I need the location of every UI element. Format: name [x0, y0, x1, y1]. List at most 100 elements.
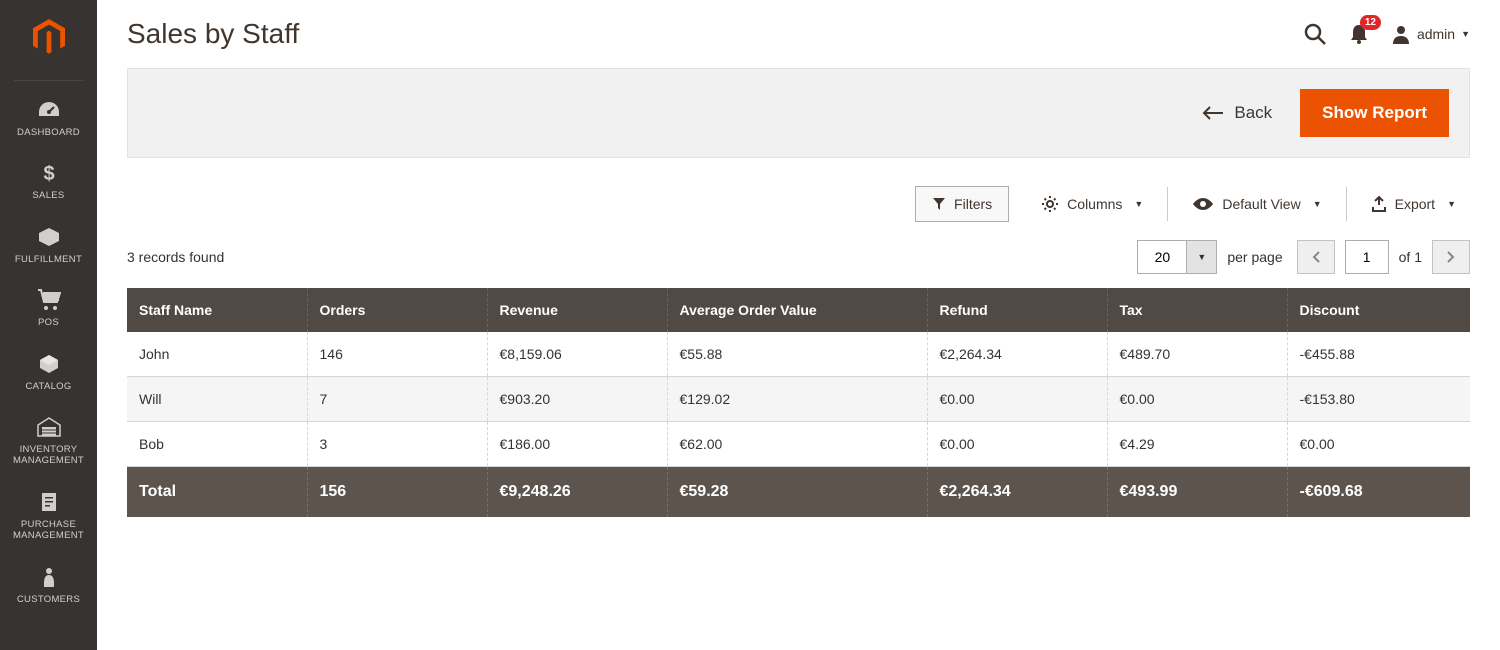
total-tax: €493.99 — [1107, 467, 1287, 518]
table-row[interactable]: Bob 3 €186.00 €62.00 €0.00 €4.29 €0.00 — [127, 422, 1470, 467]
gauge-icon — [37, 97, 61, 123]
cell-revenue: €8,159.06 — [487, 332, 667, 377]
sidebar-item-label: CATALOG — [25, 381, 71, 392]
sidebar-item-purchase[interactable]: PURCHASE MANAGEMENT — [0, 477, 97, 552]
page-title: Sales by Staff — [127, 18, 299, 50]
total-discount: -€609.68 — [1287, 467, 1470, 518]
cell-revenue: €186.00 — [487, 422, 667, 467]
sidebar-item-pos[interactable]: POS — [0, 275, 97, 338]
page-header: Sales by Staff 12 admin ▼ — [127, 0, 1470, 69]
sidebar-separator — [14, 80, 84, 81]
next-page-button[interactable] — [1432, 240, 1470, 274]
sidebar-item-catalog[interactable]: CATALOG — [0, 339, 97, 402]
cell-orders: 7 — [307, 377, 487, 422]
cell-tax: €489.70 — [1107, 332, 1287, 377]
sidebar-item-fulfillment[interactable]: FULFILLMENT — [0, 212, 97, 275]
user-name: admin — [1417, 26, 1455, 42]
funnel-icon — [932, 197, 946, 211]
cell-aov: €55.88 — [667, 332, 927, 377]
chevron-down-icon: ▼ — [1461, 29, 1470, 39]
sidebar-item-label: POS — [38, 317, 59, 328]
sidebar-item-label: INVENTORY MANAGEMENT — [4, 444, 93, 467]
grid-controls: 3 records found ▼ per page of 1 — [127, 240, 1470, 274]
total-revenue: €9,248.26 — [487, 467, 667, 518]
col-refund[interactable]: Refund — [927, 288, 1107, 332]
cell-discount: -€455.88 — [1287, 332, 1470, 377]
records-found: 3 records found — [127, 249, 224, 265]
magento-logo[interactable] — [24, 12, 74, 62]
col-revenue[interactable]: Revenue — [487, 288, 667, 332]
view-button[interactable]: Default View ▼ — [1178, 188, 1335, 220]
cell-refund: €0.00 — [927, 422, 1107, 467]
eye-icon — [1192, 197, 1214, 211]
svg-text:$: $ — [43, 163, 54, 184]
col-tax[interactable]: Tax — [1107, 288, 1287, 332]
columns-label: Columns — [1067, 196, 1122, 212]
cell-orders: 3 — [307, 422, 487, 467]
cell-staff-name: Will — [127, 377, 307, 422]
warehouse-icon — [37, 414, 61, 440]
sales-table: Staff Name Orders Revenue Average Order … — [127, 288, 1470, 517]
export-button[interactable]: Export ▼ — [1357, 188, 1470, 220]
col-staff-name[interactable]: Staff Name — [127, 288, 307, 332]
user-icon — [1391, 24, 1411, 44]
cell-discount: €0.00 — [1287, 422, 1470, 467]
person-icon — [42, 564, 56, 590]
columns-button[interactable]: Columns ▼ — [1027, 187, 1157, 221]
cell-aov: €62.00 — [667, 422, 927, 467]
col-aov[interactable]: Average Order Value — [667, 288, 927, 332]
col-orders[interactable]: Orders — [307, 288, 487, 332]
back-button[interactable]: Back — [1202, 103, 1272, 123]
prev-page-button[interactable] — [1297, 240, 1335, 274]
toolbar-separator — [1346, 187, 1347, 221]
main-content: Sales by Staff 12 admin ▼ Back — [97, 0, 1500, 650]
chevron-right-icon — [1447, 251, 1455, 263]
cell-refund: €0.00 — [927, 377, 1107, 422]
cell-aov: €129.02 — [667, 377, 927, 422]
export-label: Export — [1395, 196, 1435, 212]
table-header-row: Staff Name Orders Revenue Average Order … — [127, 288, 1470, 332]
user-menu[interactable]: admin ▼ — [1391, 24, 1470, 44]
chevron-down-icon: ▼ — [1447, 199, 1456, 209]
cell-tax: €4.29 — [1107, 422, 1287, 467]
search-button[interactable] — [1303, 22, 1327, 46]
sidebar-item-dashboard[interactable]: DASHBOARD — [0, 85, 97, 148]
gear-icon — [1041, 195, 1059, 213]
show-report-button[interactable]: Show Report — [1300, 89, 1449, 137]
filters-label: Filters — [954, 196, 992, 212]
total-orders: 156 — [307, 467, 487, 518]
arrow-left-icon — [1202, 106, 1224, 120]
filters-button[interactable]: Filters — [915, 186, 1009, 222]
toolbar-separator — [1167, 187, 1168, 221]
cell-staff-name: Bob — [127, 422, 307, 467]
view-label: Default View — [1222, 196, 1300, 212]
table-row[interactable]: John 146 €8,159.06 €55.88 €2,264.34 €489… — [127, 332, 1470, 377]
chevron-down-icon: ▼ — [1134, 199, 1143, 209]
notifications-button[interactable]: 12 — [1349, 23, 1369, 45]
action-bar: Back Show Report — [127, 69, 1470, 158]
cart-icon — [37, 287, 61, 313]
sidebar-item-sales[interactable]: $ SALES — [0, 148, 97, 211]
per-page-select[interactable]: ▼ — [1137, 240, 1217, 274]
sidebar-item-label: DASHBOARD — [17, 127, 80, 138]
sidebar-item-label: PURCHASE MANAGEMENT — [4, 519, 93, 542]
page-input[interactable] — [1345, 240, 1389, 274]
sidebar-item-customers[interactable]: CUSTOMERS — [0, 552, 97, 615]
sidebar-item-inventory[interactable]: INVENTORY MANAGEMENT — [0, 402, 97, 477]
of-pages-label: of 1 — [1399, 249, 1422, 265]
clipboard-icon — [40, 489, 58, 515]
total-label: Total — [127, 467, 307, 518]
per-page-input[interactable] — [1138, 241, 1186, 273]
cell-revenue: €903.20 — [487, 377, 667, 422]
chevron-down-icon[interactable]: ▼ — [1186, 241, 1216, 273]
sidebar: DASHBOARD $ SALES FULFILLMENT POS CATALO… — [0, 0, 97, 650]
grid-toolbar: Filters Columns ▼ Default View ▼ Export … — [127, 186, 1470, 222]
sidebar-item-label: SALES — [32, 190, 64, 201]
cell-discount: -€153.80 — [1287, 377, 1470, 422]
chevron-left-icon — [1312, 251, 1320, 263]
col-discount[interactable]: Discount — [1287, 288, 1470, 332]
table-row[interactable]: Will 7 €903.20 €129.02 €0.00 €0.00 -€153… — [127, 377, 1470, 422]
cube-icon — [39, 351, 59, 377]
notification-badge: 12 — [1360, 15, 1381, 30]
cell-tax: €0.00 — [1107, 377, 1287, 422]
